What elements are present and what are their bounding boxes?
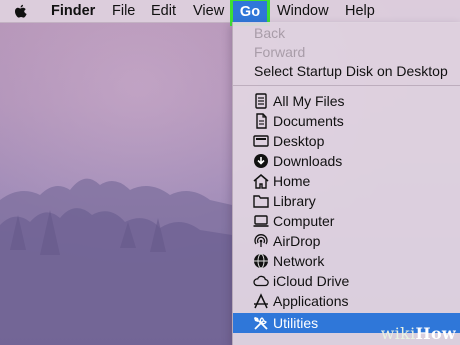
menu-bar: Finder File Edit View Go Window Help xyxy=(0,0,460,26)
menu-item-label: Forward xyxy=(254,44,306,60)
menu-item-label: Utilities xyxy=(273,315,319,331)
menu-item-airdrop[interactable]: AirDrop xyxy=(233,231,460,251)
menu-item-home[interactable]: Home xyxy=(233,171,460,191)
home-icon xyxy=(253,173,269,189)
menu-item-forward[interactable]: Forward xyxy=(233,42,460,62)
menu-go[interactable]: Go xyxy=(230,0,270,26)
menu-item-icloud-drive[interactable]: iCloud Drive xyxy=(233,271,460,291)
menu-item-label: iCloud Drive xyxy=(273,273,350,289)
menu-view[interactable]: View xyxy=(193,0,224,22)
menu-window[interactable]: Window xyxy=(277,0,329,22)
menu-item-desktop[interactable]: Desktop xyxy=(233,131,460,151)
applications-icon xyxy=(254,293,268,309)
menu-item-all-my-files[interactable]: All My Files xyxy=(233,91,460,111)
menu-item-label: AirDrop xyxy=(273,233,321,249)
menu-item-label: Desktop xyxy=(273,133,325,149)
menu-item-select-startup-disk[interactable]: Select Startup Disk on Desktop xyxy=(233,61,460,81)
menu-item-library[interactable]: Library xyxy=(233,191,460,211)
menu-separator xyxy=(233,85,460,86)
cloud-icon xyxy=(253,275,269,287)
go-menu-dropdown: Back Forward Select Startup Disk on Desk… xyxy=(232,22,460,345)
downloads-icon xyxy=(254,154,268,168)
menu-item-label: Home xyxy=(273,173,311,189)
menu-edit[interactable]: Edit xyxy=(151,0,176,22)
menu-item-network[interactable]: Network xyxy=(233,251,460,271)
menu-item-back[interactable]: Back xyxy=(233,23,460,43)
menu-item-label: Computer xyxy=(273,213,335,229)
menu-item-label: Applications xyxy=(273,293,349,309)
airdrop-icon xyxy=(254,234,268,247)
menu-item-label: Documents xyxy=(273,113,344,129)
folder-icon xyxy=(253,195,269,208)
documents-icon xyxy=(256,113,267,129)
menu-item-label: All My Files xyxy=(273,93,345,109)
menu-item-label: Library xyxy=(273,193,316,209)
network-icon xyxy=(254,253,268,269)
menu-help[interactable]: Help xyxy=(345,0,375,22)
wikihow-watermark: wikiHow xyxy=(380,324,456,343)
menu-item-applications[interactable]: Applications xyxy=(233,291,460,311)
apple-icon[interactable] xyxy=(13,3,29,20)
menu-item-computer[interactable]: Computer xyxy=(233,211,460,231)
all-my-files-icon xyxy=(255,93,267,109)
menu-item-label: Back xyxy=(254,25,286,41)
menu-item-label: Downloads xyxy=(273,153,343,169)
menu-finder[interactable]: Finder xyxy=(51,0,95,22)
menu-item-label: Network xyxy=(273,253,325,269)
menu-item-documents[interactable]: Documents xyxy=(233,111,460,131)
utilities-icon xyxy=(254,317,268,330)
computer-icon xyxy=(253,215,269,227)
menu-item-label: Select Startup Disk on Desktop xyxy=(254,63,448,79)
menu-file[interactable]: File xyxy=(112,0,135,22)
desktop-icon xyxy=(253,135,269,147)
menu-item-downloads[interactable]: Downloads xyxy=(233,151,460,171)
